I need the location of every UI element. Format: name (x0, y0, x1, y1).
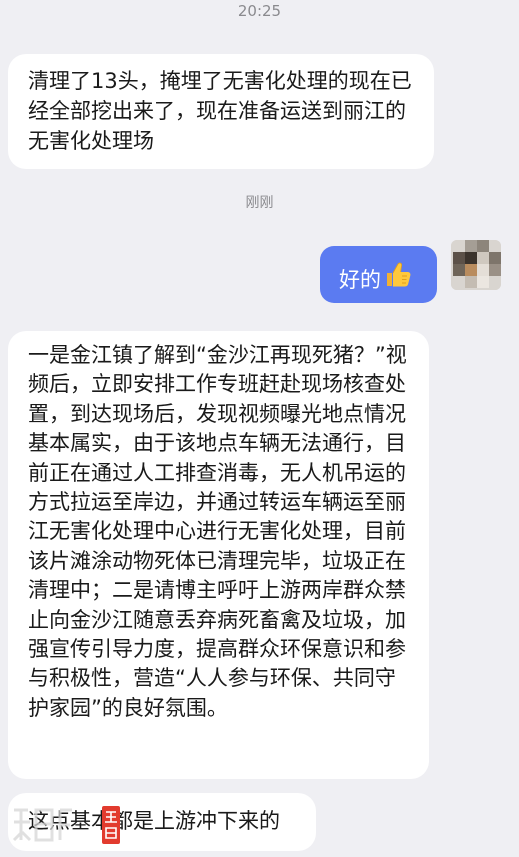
thumbs-up-icon (383, 260, 413, 290)
message-text: 一是金江镇了解到“金沙江再现死猪？”视频后，立即安排工作专班赶赴现场核查处置，到… (28, 343, 407, 720)
avatar[interactable] (451, 240, 501, 290)
message-bubble-incoming-1[interactable]: 清理了13头，掩埋了无害化处理的现在已经全部挖出来了，现在准备运送到丽江的无害化… (8, 54, 434, 169)
message-bubble-outgoing[interactable]: 好的 (320, 246, 437, 303)
message-bubble-incoming-2[interactable]: 一是金江镇了解到“金沙江再现死猪？”视频后，立即安排工作专班赶赴现场核查处置，到… (8, 331, 429, 779)
news-watermark (10, 804, 120, 848)
message-text: 清理了13头，掩埋了无害化处理的现在已经全部挖出来了，现在准备运送到丽江的无害化… (28, 69, 412, 153)
timestamp-top: 20:25 (237, 2, 282, 20)
timestamp-middle: 刚刚 (245, 195, 274, 211)
message-text: 好的 (339, 268, 381, 292)
